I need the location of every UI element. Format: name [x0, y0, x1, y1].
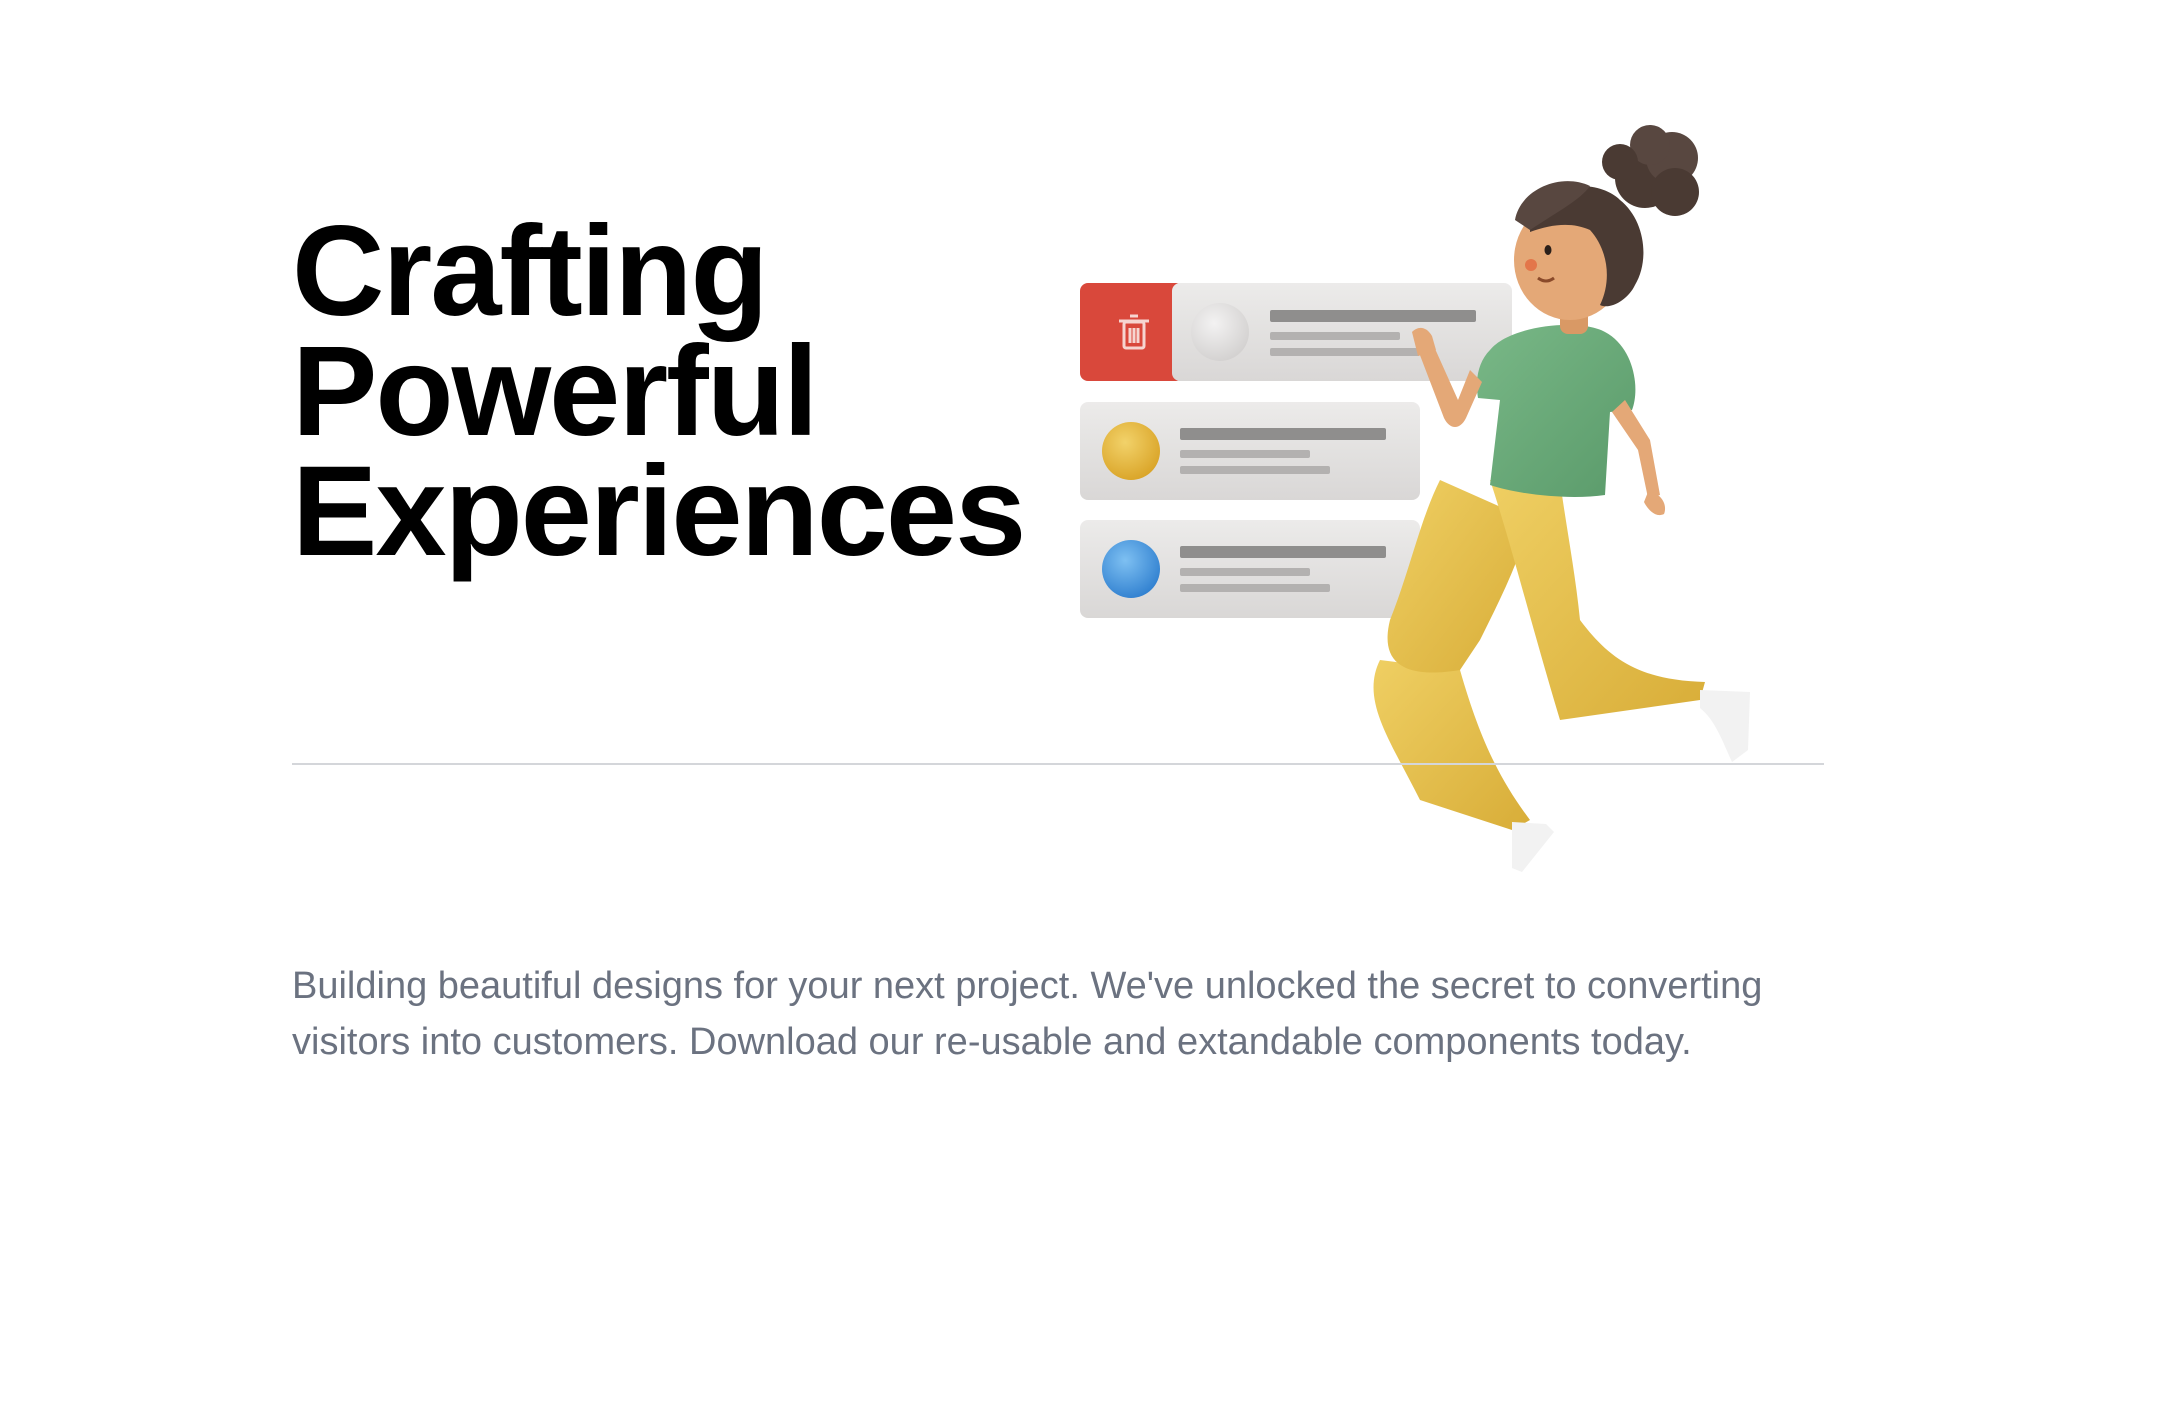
hero-description: Building beautiful designs for your next… [292, 965, 1763, 1063]
hero-illustration [1080, 125, 1750, 872]
section-divider [292, 763, 1824, 765]
hero-title-line-1: Crafting [292, 200, 769, 343]
avatar-placeholder [1191, 303, 1249, 361]
yellow-dot [1102, 422, 1160, 480]
hero-title: Crafting Powerful Experiences [292, 200, 1026, 583]
hero-title-line-3: Experiences [292, 440, 1026, 583]
list-card-blue [1080, 520, 1420, 618]
jumping-woman-figure [1373, 125, 1750, 872]
blue-dot [1102, 540, 1160, 598]
delete-action [1080, 283, 1184, 381]
list-card-yellow [1080, 402, 1420, 500]
swipe-card-delete [1080, 283, 1512, 381]
hero-title-line-2: Powerful [292, 320, 819, 463]
hero-section: Crafting Powerful Experiences Building b… [0, 0, 2184, 1408]
